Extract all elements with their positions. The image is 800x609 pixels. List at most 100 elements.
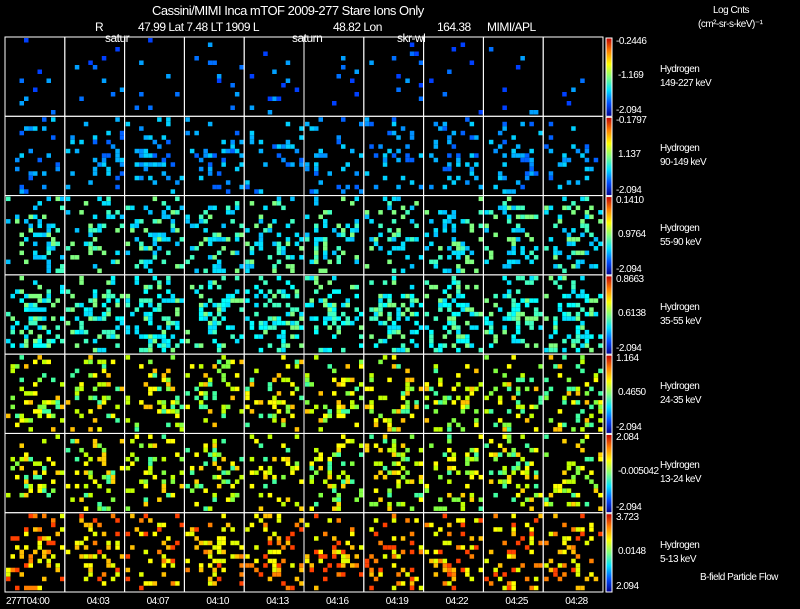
heatmap-cell [46,329,51,335]
heatmap-cell [74,391,80,396]
heatmap-cell [456,250,461,256]
heatmap-cell [97,483,102,489]
heatmap-cell [88,232,93,238]
heatmap-cell [474,422,479,428]
heatmap-cell [267,382,273,387]
heatmap-cell [212,316,217,321]
heatmap-cell [299,246,304,251]
heatmap-cell [332,316,337,321]
heatmap-cell [396,461,401,466]
heatmap-cell [332,536,337,541]
heatmap-cell [447,255,452,260]
heatmap-cell [566,157,572,163]
heatmap-cell [148,135,153,140]
x-tick-label: 04:25 [505,596,528,607]
heatmap-cell [24,563,29,568]
heatmap-cell [24,527,29,532]
heatmap-cell [414,223,419,229]
x-tick-label: 04:16 [326,596,349,607]
heatmap-cell [74,395,80,401]
heatmap-cell [409,386,415,392]
heatmap-cell [101,302,107,308]
heatmap-cell [359,343,364,348]
heatmap-cell [433,400,439,405]
heatmap-cell [424,311,430,317]
heatmap-cell [119,320,125,326]
heatmap-cell [185,259,190,265]
heatmap-cell [506,585,512,591]
heatmap-cell [170,438,176,444]
heatmap-cell [88,355,93,360]
heatmap-cell [341,572,346,577]
heatmap-cell [465,219,470,224]
heatmap-cell [83,470,89,475]
heatmap-cell [502,572,507,577]
heatmap-cell [478,311,484,317]
heatmap-cell [179,422,185,428]
heatmap-cell [285,585,291,591]
heatmap-cell [263,470,268,475]
heatmap-cell [179,470,185,475]
heatmap-cell [203,540,208,546]
heatmap-cell [198,391,204,396]
heatmap-cell [143,549,149,555]
heatmap-cell [456,311,461,317]
energy-label: 55-90 keV [660,236,702,248]
heatmap-cell [447,470,452,475]
heatmap-cell [143,311,149,317]
heatmap-cell [115,404,120,410]
heatmap-cell [170,210,176,215]
heatmap-cell [221,540,226,546]
heatmap-cell [19,377,24,383]
heatmap-cell [175,325,180,330]
heatmap-cell [400,311,406,317]
heatmap-cell [350,531,355,537]
heatmap-cell [400,334,406,339]
heatmap-cell [10,316,15,321]
heatmap-cell [225,470,231,475]
heatmap-cell [161,237,167,242]
heatmap-cell [359,359,364,365]
heatmap-cell [520,184,525,190]
heatmap-cell [134,527,140,532]
heatmap-cell [442,334,448,339]
heatmap-cell [101,395,107,401]
heatmap-cell [299,395,304,401]
heatmap-cell [418,83,424,88]
heatmap-cell [290,219,295,224]
heatmap-cell [409,506,415,511]
heatmap-cell [533,563,539,568]
heatmap-cell [364,264,370,269]
heatmap-cell [33,214,38,220]
heatmap-cell [207,241,213,247]
heatmap-cell [400,214,406,220]
heatmap-cell [24,418,29,423]
heatmap-cell [544,563,549,568]
energy-label: 90-149 keV [660,157,707,169]
heatmap-cell [110,144,116,149]
heatmap-cell [88,223,93,229]
heatmap-cell [382,196,388,202]
heatmap-cell [88,228,93,233]
heatmap-cell [575,180,581,185]
heatmap-cell [571,386,576,392]
heatmap-cell [101,78,107,83]
heatmap-cell [110,513,116,519]
heatmap-cell [239,65,244,70]
heatmap-cell [309,275,314,281]
heatmap-cell [575,364,581,369]
heatmap-cell [373,307,379,312]
heatmap-cell [469,386,475,392]
heatmap-cell [364,214,370,220]
heatmap-cell [318,237,323,242]
heatmap-cell [548,343,554,348]
heatmap-cell [405,237,410,242]
heatmap-cell [101,201,107,206]
heatmap-cell [484,355,489,360]
heatmap-cell [290,307,295,312]
heatmap-cell [544,210,549,215]
heatmap-cell [400,474,406,480]
heatmap-cell [598,452,603,457]
heatmap-cell [221,355,226,360]
heatmap-cell [148,246,153,251]
